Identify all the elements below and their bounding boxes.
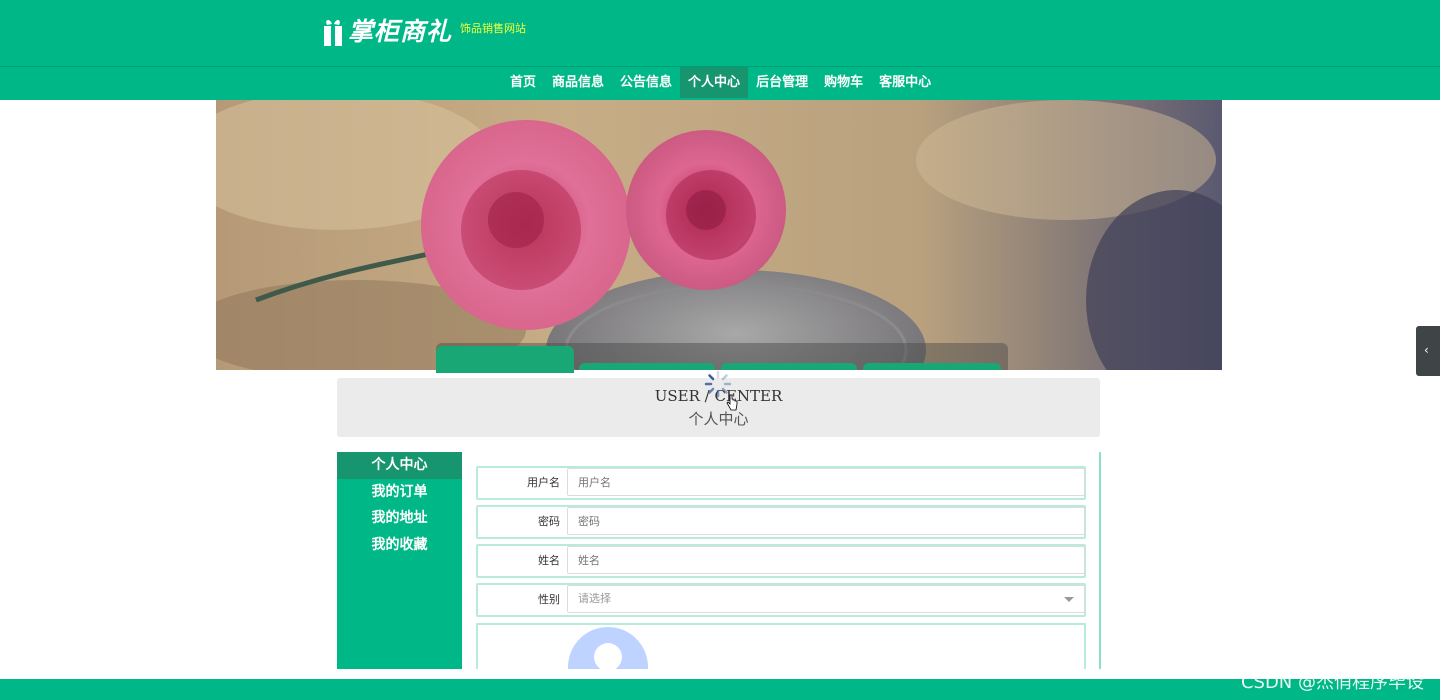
banner-tab-2[interactable] <box>579 363 715 370</box>
nav-item-support[interactable]: 客服中心 <box>871 67 939 98</box>
gender-label: 性别 <box>538 593 560 606</box>
sidebar-item-address[interactable]: 我的地址 <box>337 505 462 532</box>
watermark: CSDN @杰俏程序毕设 <box>1240 672 1424 693</box>
sidebar-item-favorites[interactable]: 我的收藏 <box>337 532 462 559</box>
nav-item-user-center[interactable]: 个人中心 <box>680 67 749 98</box>
side-panel-toggle[interactable]: ‹ <box>1416 326 1440 376</box>
user-avatar-icon[interactable] <box>568 627 648 669</box>
banner-tab-4[interactable] <box>863 363 1001 370</box>
gender-select[interactable]: 请选择 <box>567 585 1085 613</box>
username-label: 用户名 <box>527 476 560 489</box>
form-row-username: 用户名 <box>476 466 1086 500</box>
site-header: 掌柜商礼 饰品销售网站 <box>0 0 1440 67</box>
site-subtitle: 饰品销售网站 <box>460 22 527 35</box>
main-nav: 首页 商品信息 公告信息 个人中心 后台管理 购物车 客服中心 <box>0 67 1440 100</box>
user-sidebar: 个人中心 我的订单 我的地址 我的收藏 <box>337 452 462 669</box>
password-input[interactable] <box>567 507 1085 535</box>
sidebar-item-user-center[interactable]: 个人中心 <box>337 452 462 479</box>
gift-icon <box>324 19 342 46</box>
password-label: 密码 <box>538 515 560 528</box>
gender-select-value: 请选择 <box>578 592 611 605</box>
form-row-gender: 性别 请选择 <box>476 583 1086 617</box>
username-input[interactable] <box>567 468 1085 496</box>
logo-text: 掌柜商礼 <box>348 17 453 46</box>
hand-cursor-icon <box>726 394 738 411</box>
nav-item-products[interactable]: 商品信息 <box>544 67 612 98</box>
chevron-left-icon: ‹ <box>1424 343 1429 357</box>
page-title-cn: 个人中心 <box>688 410 749 428</box>
sidebar-item-orders[interactable]: 我的订单 <box>337 479 462 506</box>
name-label: 姓名 <box>538 554 560 567</box>
nav-item-cart[interactable]: 购物车 <box>816 67 871 98</box>
name-input[interactable] <box>567 546 1085 574</box>
banner-tab-3[interactable] <box>721 363 857 370</box>
banner-image <box>216 100 1222 370</box>
chevron-down-icon <box>1064 597 1074 602</box>
nav-item-notices[interactable]: 公告信息 <box>612 67 680 98</box>
form-row-password: 密码 <box>476 505 1086 539</box>
form-row-avatar <box>476 623 1086 669</box>
nav-item-home[interactable]: 首页 <box>502 67 544 98</box>
form-border <box>1099 452 1101 669</box>
nav-item-admin[interactable]: 后台管理 <box>748 67 816 98</box>
site-logo[interactable]: 掌柜商礼 饰品销售网站 <box>322 16 526 48</box>
site-footer <box>0 679 1440 700</box>
form-row-name: 姓名 <box>476 544 1086 578</box>
banner-tab-1[interactable] <box>436 346 574 373</box>
